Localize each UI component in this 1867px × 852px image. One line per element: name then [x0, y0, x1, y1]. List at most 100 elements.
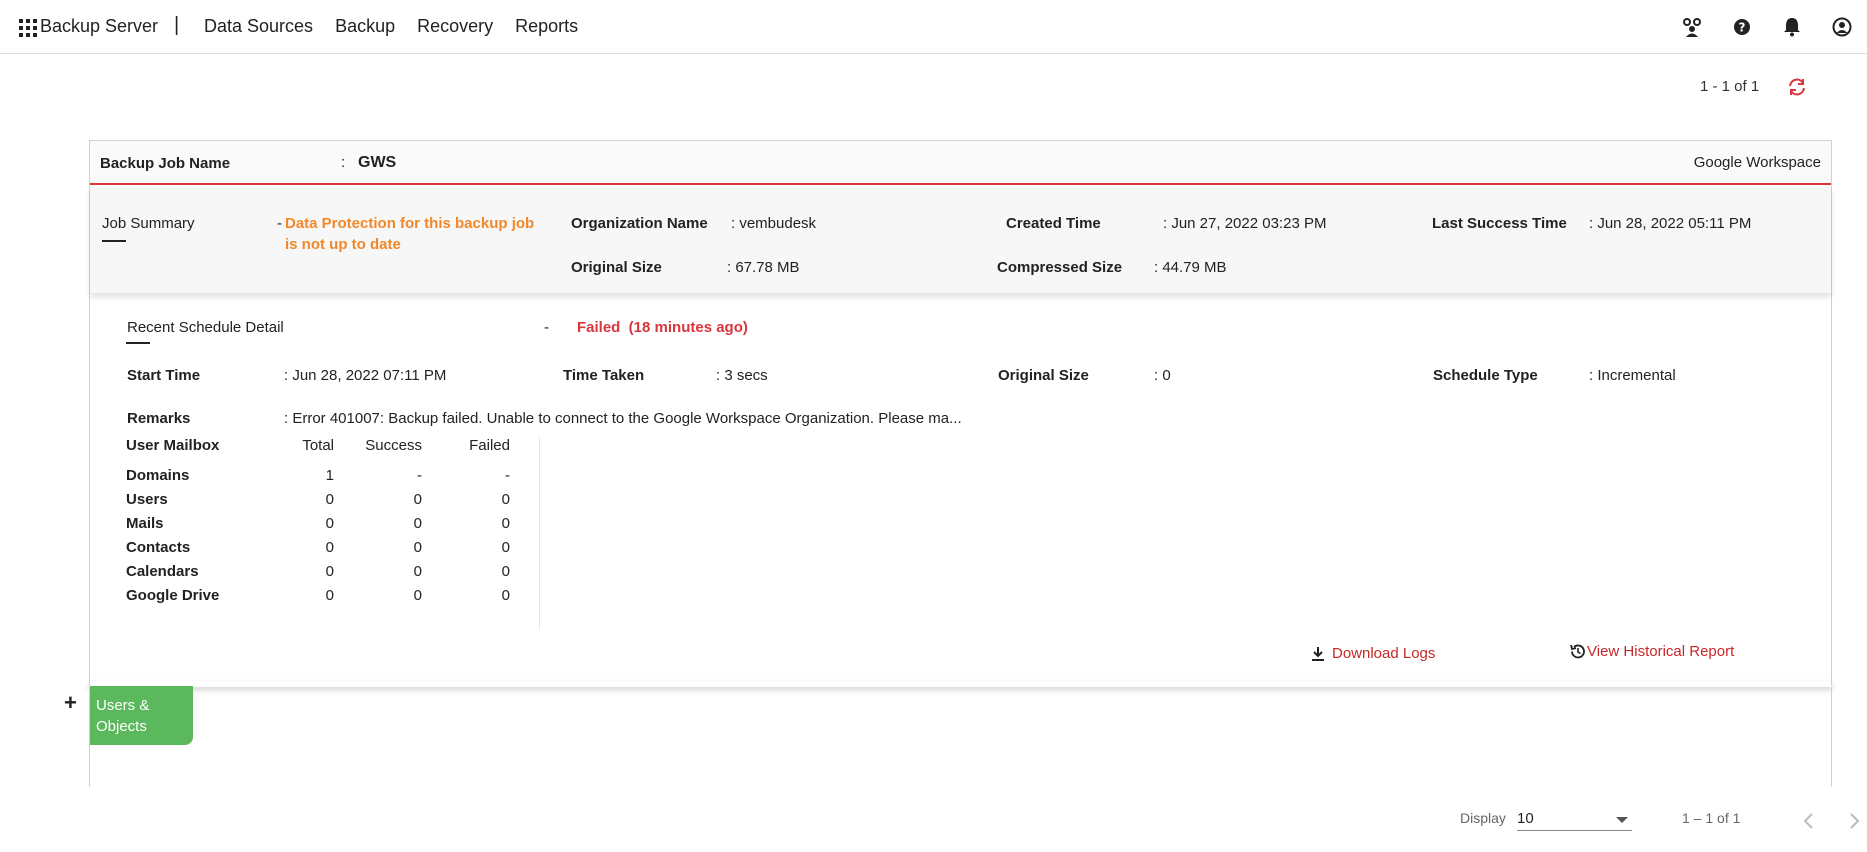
row-success: 0 [413, 490, 422, 508]
recent-original-size-label: Original Size [998, 367, 1089, 384]
last-success-label: Last Success Time [1432, 215, 1567, 232]
row-success: 0 [413, 586, 422, 604]
row-failed: 0 [501, 538, 510, 556]
download-icon [1312, 646, 1324, 661]
refresh-icon[interactable] [1787, 77, 1807, 101]
schedule-type-label: Schedule Type [1433, 367, 1538, 384]
remarks-label: Remarks [127, 410, 191, 427]
original-size-value: : 67.78 MB [727, 259, 800, 276]
job-name-colon: : [341, 154, 346, 171]
job-header[interactable]: Backup Job Name : GWS Google Workspace [90, 141, 1831, 185]
expand-plus-icon[interactable]: + [64, 692, 77, 714]
original-size-label: Original Size [571, 259, 662, 276]
display-page-size-select[interactable]: 10 [1517, 810, 1632, 831]
nav-reports[interactable]: Reports [515, 16, 578, 37]
table-header-row: User Mailbox Total Success Failed [126, 437, 510, 463]
table-row: Calendars 0 0 0 [126, 559, 510, 583]
row-total: 0 [325, 514, 334, 532]
header-success: Success [365, 437, 422, 454]
row-success: 0 [413, 514, 422, 532]
previous-page-icon[interactable] [1802, 812, 1814, 834]
bell-icon[interactable] [1767, 14, 1817, 40]
row-success: 0 [413, 538, 422, 556]
row-failed: 0 [501, 490, 510, 508]
row-success: 0 [413, 562, 422, 580]
row-name: Google Drive [126, 586, 220, 604]
users-objects-tab[interactable]: Users & Objects [90, 686, 193, 745]
recent-dash: - [544, 319, 549, 336]
time-taken-label: Time Taken [563, 367, 645, 384]
help-icon[interactable]: ? [1717, 14, 1767, 40]
table-row: Google Drive 0 0 0 [126, 583, 510, 607]
download-logs-link[interactable]: Download Logs [1310, 645, 1435, 662]
table-row: Contacts 0 0 0 [126, 535, 510, 559]
history-icon [1570, 644, 1585, 659]
display-page-size-value: 10 [1517, 810, 1534, 827]
brand-separator: | [174, 14, 180, 36]
row-success: - [417, 466, 422, 484]
row-failed: 0 [501, 562, 510, 580]
main-nav: Data Sources Backup Recovery Reports [204, 16, 578, 37]
header-total: Total [302, 437, 334, 454]
created-time-value: : Jun 27, 2022 03:23 PM [1163, 215, 1327, 232]
view-historical-report-link[interactable]: View Historical Report [1569, 643, 1734, 660]
chevron-down-icon [1616, 817, 1628, 823]
row-total: 0 [325, 586, 334, 604]
remarks-value: : Error 401007: Backup failed. Unable to… [284, 410, 962, 427]
recent-schedule-label: Recent Schedule Detail [127, 319, 284, 336]
row-total: 1 [325, 466, 334, 484]
footer-range: 1 – 1 of 1 [1682, 810, 1741, 826]
row-total: 0 [325, 562, 334, 580]
svg-text:?: ? [1739, 21, 1746, 35]
table-row: Mails 0 0 0 [126, 511, 510, 535]
top-navigation-bar: Backup Server | Data Sources Backup Reco… [0, 0, 1867, 54]
brand-title[interactable]: Backup Server [40, 16, 158, 37]
row-failed: 0 [501, 514, 510, 532]
start-time-value: : Jun 28, 2022 07:11 PM [284, 367, 447, 384]
header-user-mailbox: User Mailbox [126, 437, 220, 454]
top-icons: ? [1667, 14, 1867, 40]
job-summary-panel: Job Summary - Data Protection for this b… [90, 187, 1831, 293]
summary-warning-line1: Data Protection for this backup job [285, 215, 535, 232]
pager-top-range: 1 - 1 of 1 [1700, 78, 1760, 95]
nav-backup[interactable]: Backup [335, 16, 395, 37]
backup-job-card: Backup Job Name : GWS Google Workspace J… [89, 140, 1832, 686]
nav-recovery[interactable]: Recovery [417, 16, 493, 37]
download-logs-label: Download Logs [1332, 645, 1436, 662]
job-type: Google Workspace [1693, 154, 1821, 171]
table-row: Users 0 0 0 [126, 487, 510, 511]
mailbox-stats-table: User Mailbox Total Success Failed Domain… [126, 437, 510, 607]
last-success-value: : Jun 28, 2022 05:11 PM [1589, 215, 1752, 232]
row-failed: 0 [501, 586, 510, 604]
users-objects-tab-line2: Objects [96, 718, 147, 735]
account-icon[interactable] [1817, 14, 1867, 40]
display-label: Display [1460, 810, 1506, 826]
compressed-size-value: : 44.79 MB [1154, 259, 1227, 276]
org-name-value: : vembudesk [731, 215, 817, 232]
row-name: Users [126, 490, 168, 508]
users-objects-tab-line1: Users & [96, 697, 150, 714]
row-name: Mails [126, 514, 164, 532]
table-row: Domains 1 - - [126, 463, 510, 487]
header-failed: Failed [469, 437, 510, 454]
row-name: Domains [126, 466, 190, 484]
job-summary-underline [102, 240, 126, 242]
start-time-label: Start Time [127, 367, 201, 384]
nav-data-sources[interactable]: Data Sources [204, 16, 313, 37]
row-total: 0 [325, 490, 334, 508]
users-icon[interactable] [1667, 14, 1717, 40]
app-grid-icon[interactable] [19, 19, 37, 37]
time-taken-value: : 3 secs [716, 367, 768, 384]
next-page-icon[interactable] [1849, 812, 1861, 834]
summary-warning-line2: is not up to date [285, 236, 401, 253]
recent-schedule-underline [126, 342, 150, 344]
row-total: 0 [325, 538, 334, 556]
recent-original-size-value: : 0 [1154, 367, 1171, 384]
row-failed: - [505, 466, 510, 484]
compressed-size-label: Compressed Size [997, 259, 1123, 276]
summary-dash: - [277, 215, 282, 232]
job-name-value: GWS [358, 154, 397, 171]
recent-status: Failed (18 minutes ago) [577, 319, 748, 336]
org-name-label: Organization Name [571, 215, 708, 232]
row-name: Calendars [126, 562, 199, 580]
